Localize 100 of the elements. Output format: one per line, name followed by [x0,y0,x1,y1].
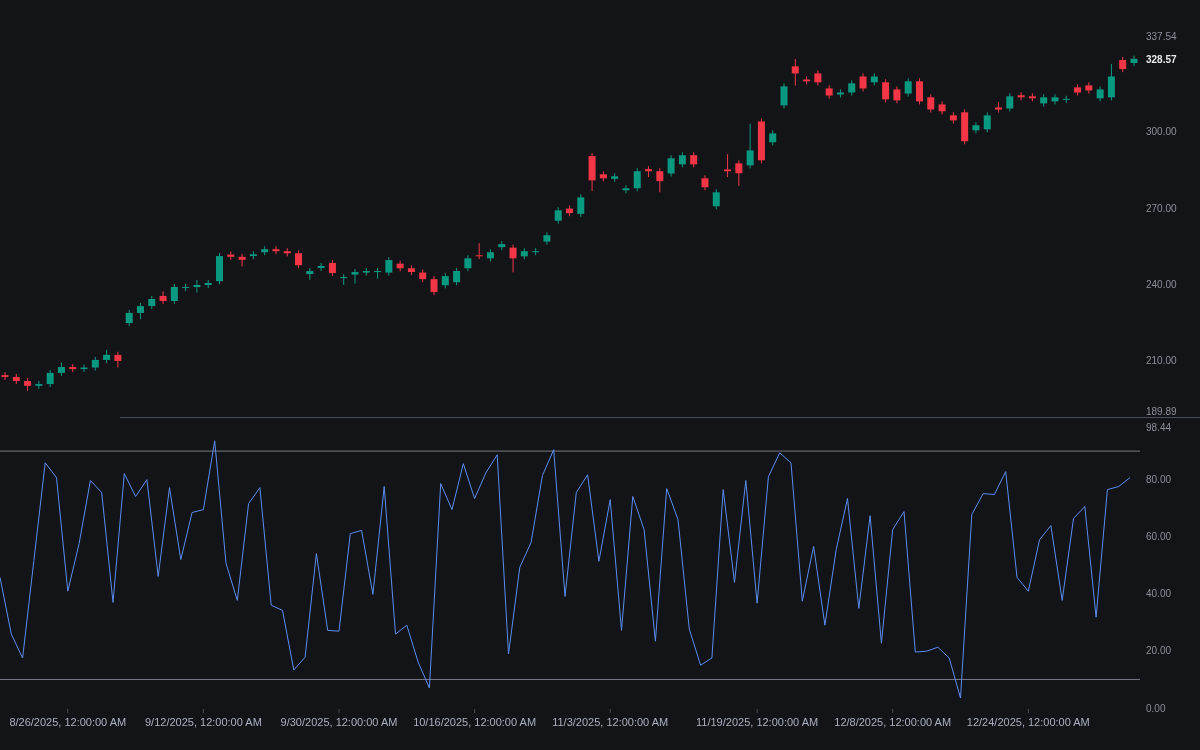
candlestick [848,79,856,97]
candlestick [24,377,32,392]
candlestick [543,231,551,246]
axis-label: 12/8/2025, 12:00:00 AM [834,716,952,728]
candlestick [859,72,867,92]
candlestick [893,85,901,104]
last-price-label: 328.57 [1146,53,1177,65]
candlestick [148,295,156,310]
candlestick [249,250,257,260]
candlestick [272,245,280,255]
candlestick [983,111,991,133]
candlestick [464,254,472,272]
candlestick [735,159,743,187]
candlestick [645,165,653,178]
candlestick [995,101,1002,114]
candlestick [1107,63,1115,101]
axis-label: 11/3/2025, 12:00:00 AM [552,716,669,728]
axis-label: 9/12/2025, 12:00:00 AM [145,716,262,728]
candlestick [916,77,923,105]
candlestick [599,170,607,182]
candlestick [91,356,99,372]
candlestick [588,152,596,192]
candlestick [1119,56,1127,73]
candlestick [170,283,178,305]
candlestick [306,267,314,281]
candlestick [125,309,133,327]
candlestick [430,275,438,296]
candlestick [780,82,788,109]
axis-label: 210.00 [1146,354,1177,366]
candlestick [283,247,291,257]
candlestick [295,249,303,269]
candlestick [35,380,43,390]
axis-label: 10/16/2025, 12:00:00 AM [413,716,537,728]
candlestick [475,242,483,260]
candlestick [1130,55,1138,67]
candlestick [633,167,641,192]
candlestick [1051,93,1059,105]
candlestick [746,123,754,169]
candlestick [441,272,449,289]
candlestick [362,267,370,277]
axis-label: 60.00 [1146,531,1172,543]
axis-label: 189.89 [1146,406,1177,417]
candlestick [938,100,946,115]
candlestick [1040,93,1048,107]
candlestick [949,111,957,124]
candlestick [340,273,348,286]
candlestick [374,267,382,280]
candlestick [328,259,336,277]
candlestick [103,349,111,364]
candlestick [972,121,980,134]
axis-label: 9/30/2025, 12:00:00 AM [280,716,398,728]
candlestick [1,371,9,381]
candlestick [1062,95,1070,104]
axis-label: 337.54 [1146,31,1177,42]
axis-label: 98.44 [1146,421,1172,433]
candlestick [509,244,517,273]
axis-label: 80.00 [1146,474,1172,486]
candlestick [159,290,167,305]
candlestick [396,260,404,272]
candlestick [1017,91,1025,101]
candlestick [204,279,212,289]
candlestick [1085,81,1093,94]
candlestick [667,154,675,178]
candlestick [554,206,562,225]
candlestick [57,361,65,377]
candlestick [532,247,540,256]
candlestick [814,69,822,86]
candlestick [712,188,720,210]
candlestick [870,72,878,86]
axis-label: 270.00 [1146,202,1177,214]
candlestick [216,252,223,285]
candlestick [769,129,777,146]
candlestick [678,151,686,168]
candlestick [1074,83,1082,97]
candlestick [351,268,359,285]
candlestick [261,245,269,256]
axis-label: 0.00 [1146,702,1166,714]
candlestick [453,267,461,286]
candlestick [904,77,912,98]
axis-label: 11/19/2025, 12:00:00 AM [696,716,819,728]
candlestick [238,253,246,267]
candlestick [611,172,619,183]
axis-label: 20.00 [1146,645,1172,657]
candlestick [690,151,698,168]
candlestick [1006,92,1014,113]
candlestick [836,88,844,99]
candlestick [566,205,573,217]
axis-label: 8/26/2025, 12:00:00 AM [9,716,127,728]
candlestick [419,269,427,283]
candlestick [498,240,506,251]
candlestick [12,373,20,385]
candlestick [137,302,144,320]
candlestick [407,264,415,276]
candlestick [486,248,494,262]
candlestick [69,363,77,373]
axis-label: 300.00 [1146,126,1177,138]
axis-label: 40.00 [1146,588,1172,600]
candlestick [577,193,585,218]
candlestick [520,247,528,260]
candlestick [825,84,833,100]
